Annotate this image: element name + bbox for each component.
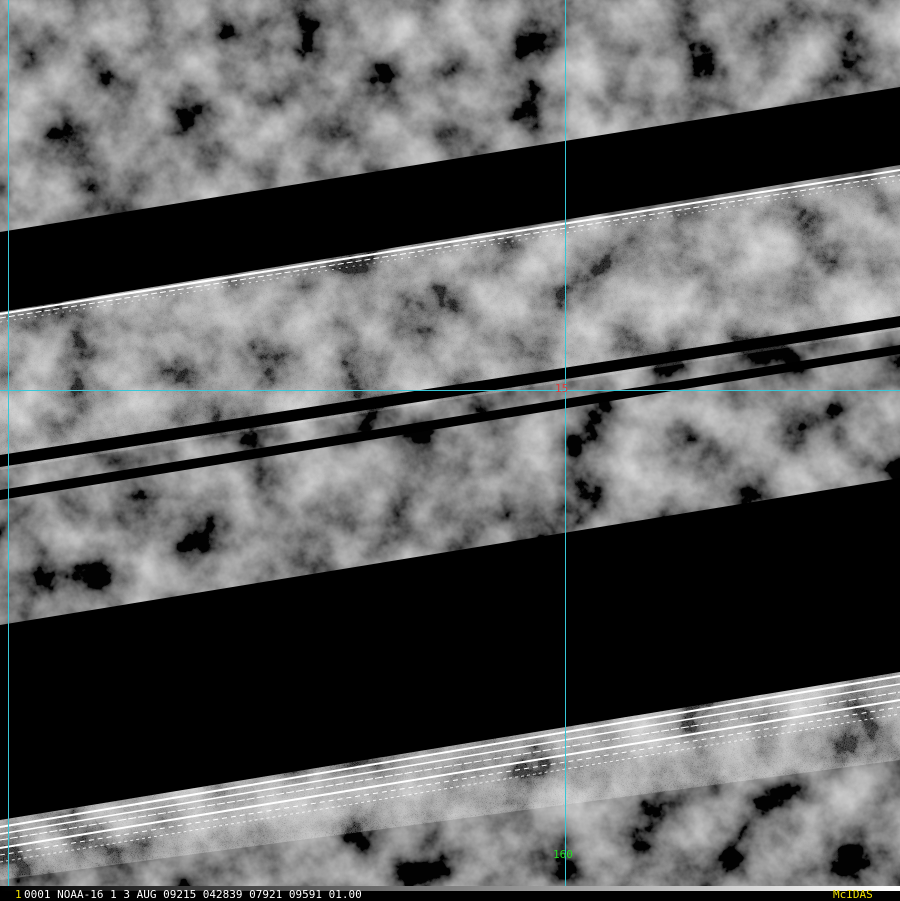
mcidas-brand: McIDAS	[833, 888, 873, 901]
satellite-image	[0, 0, 900, 886]
image-metadata: 0001 NOAA-16 1 3 AUG 09215 042839 07921 …	[24, 888, 362, 901]
status-bar: 1 0001 NOAA-16 1 3 AUG 09215 042839 0792…	[0, 886, 900, 900]
latitude-label: 15	[555, 382, 569, 395]
longitude-label: 160	[553, 848, 573, 861]
frame-number: 1	[15, 888, 22, 901]
